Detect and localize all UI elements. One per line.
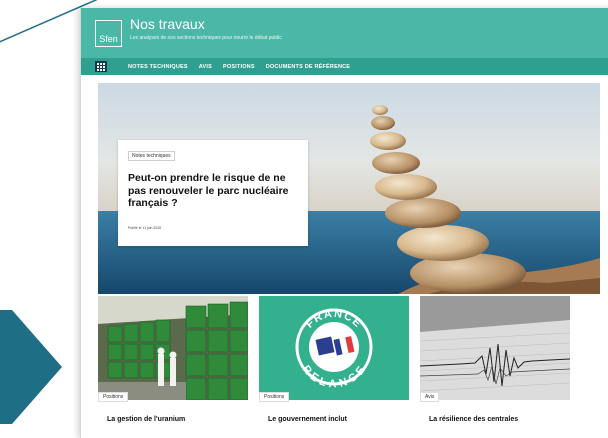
decorative-arrow-shape [0,310,62,424]
category-tag[interactable]: Positions [98,392,129,402]
article-title[interactable]: Le gouvernement inclut [268,416,347,423]
nav-item-notes-techniques[interactable]: NOTES TECHNIQUES [128,64,188,70]
website-frame: Sfen Nos travaux Les analyses de nos sec… [80,8,608,438]
article-title[interactable]: La gestion de l'uranium [107,416,185,423]
grid-menu-icon[interactable] [95,61,107,72]
logo-text: Sfen [99,34,118,44]
article-image-france-relance: FRANCE RELANCE [259,296,409,400]
article-card-france-relance[interactable]: FRANCE RELANCE Positions Le gouvernement… [259,296,409,436]
category-tag[interactable]: Notes techniques [128,151,175,161]
category-tag[interactable]: Avis [420,392,440,402]
featured-article-title[interactable]: Peut-on prendre le risque de ne pas reno… [128,172,298,210]
featured-article[interactable]: Notes techniques Peut-on prendre le risq… [98,83,600,294]
article-image-seismograph [420,296,570,400]
article-title[interactable]: La résilience des centrales [429,416,518,423]
featured-article-date: Publié le 11 juin 2020 [128,226,162,230]
article-card-resilience[interactable]: Avis La résilience des centrales [420,296,570,436]
nav-item-avis[interactable]: AVIS [199,64,212,70]
nav-item-positions[interactable]: POSITIONS [223,64,255,70]
page-title: Nos travaux [130,16,205,32]
article-card-uranium[interactable]: Positions La gestion de l'uranium [98,296,248,436]
nav-item-documents-reference[interactable]: DOCUMENTS DE RÉFÉRENCE [266,64,350,70]
site-logo[interactable]: Sfen [95,20,122,47]
article-image-warehouse [98,296,248,400]
category-tag[interactable]: Positions [259,392,290,402]
featured-article-card[interactable]: Notes techniques Peut-on prendre le risq… [118,140,308,246]
page-subtitle: Les analyses de nos sections techniques … [130,35,282,41]
site-header: Sfen Nos travaux Les analyses de nos sec… [81,8,608,58]
main-nav: NOTES TECHNIQUES AVIS POSITIONS DOCUMENT… [81,58,608,75]
